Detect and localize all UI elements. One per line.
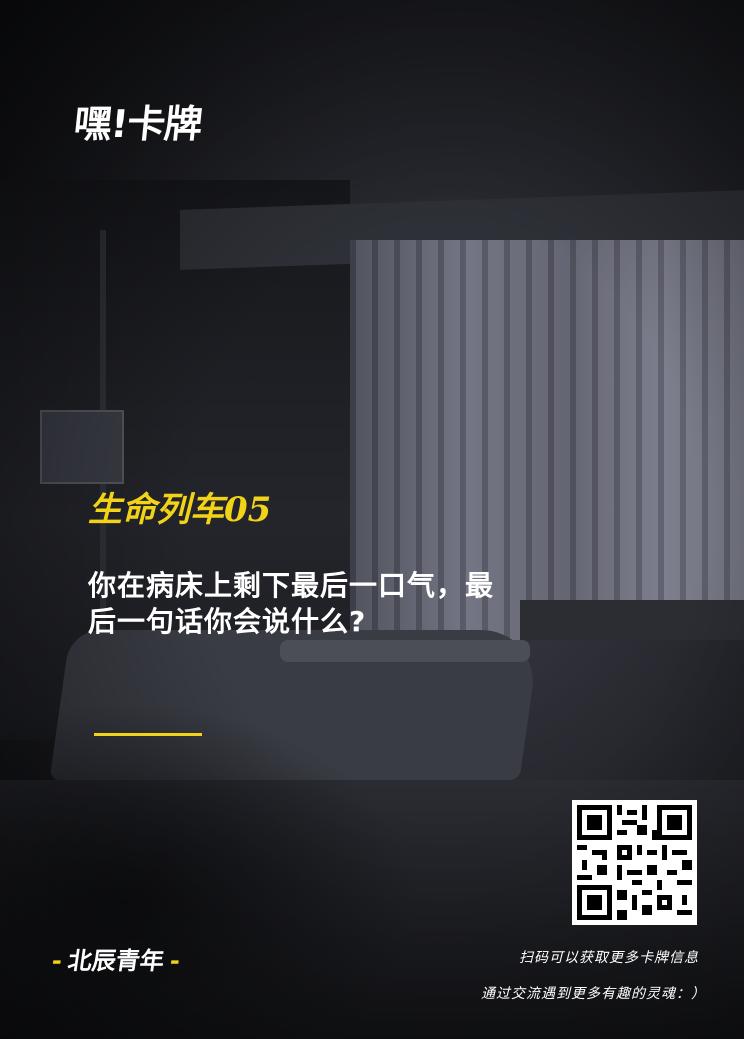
qr-code-icon[interactable] <box>572 800 697 925</box>
community-info-text: 通过交流遇到更多有趣的灵魂：） <box>481 986 706 1002</box>
brand-name: -北辰青年- <box>50 944 183 978</box>
logo: 嘿!卡牌 <box>71 102 204 146</box>
scan-info-text: 扫码可以获取更多卡牌信息 <box>519 950 699 966</box>
card-question: 你在病床上剩下最后一口气，最后一句话你会说什么? <box>88 569 495 638</box>
card-title: 生命列车05 <box>88 490 272 530</box>
accent-divider <box>94 733 202 736</box>
brand-label: 北辰青年 <box>66 947 166 975</box>
poster: 嘿!卡牌 生命列车05 你在病床上剩下最后一口气，最后一句话你会说什么? -北辰… <box>0 0 744 1039</box>
